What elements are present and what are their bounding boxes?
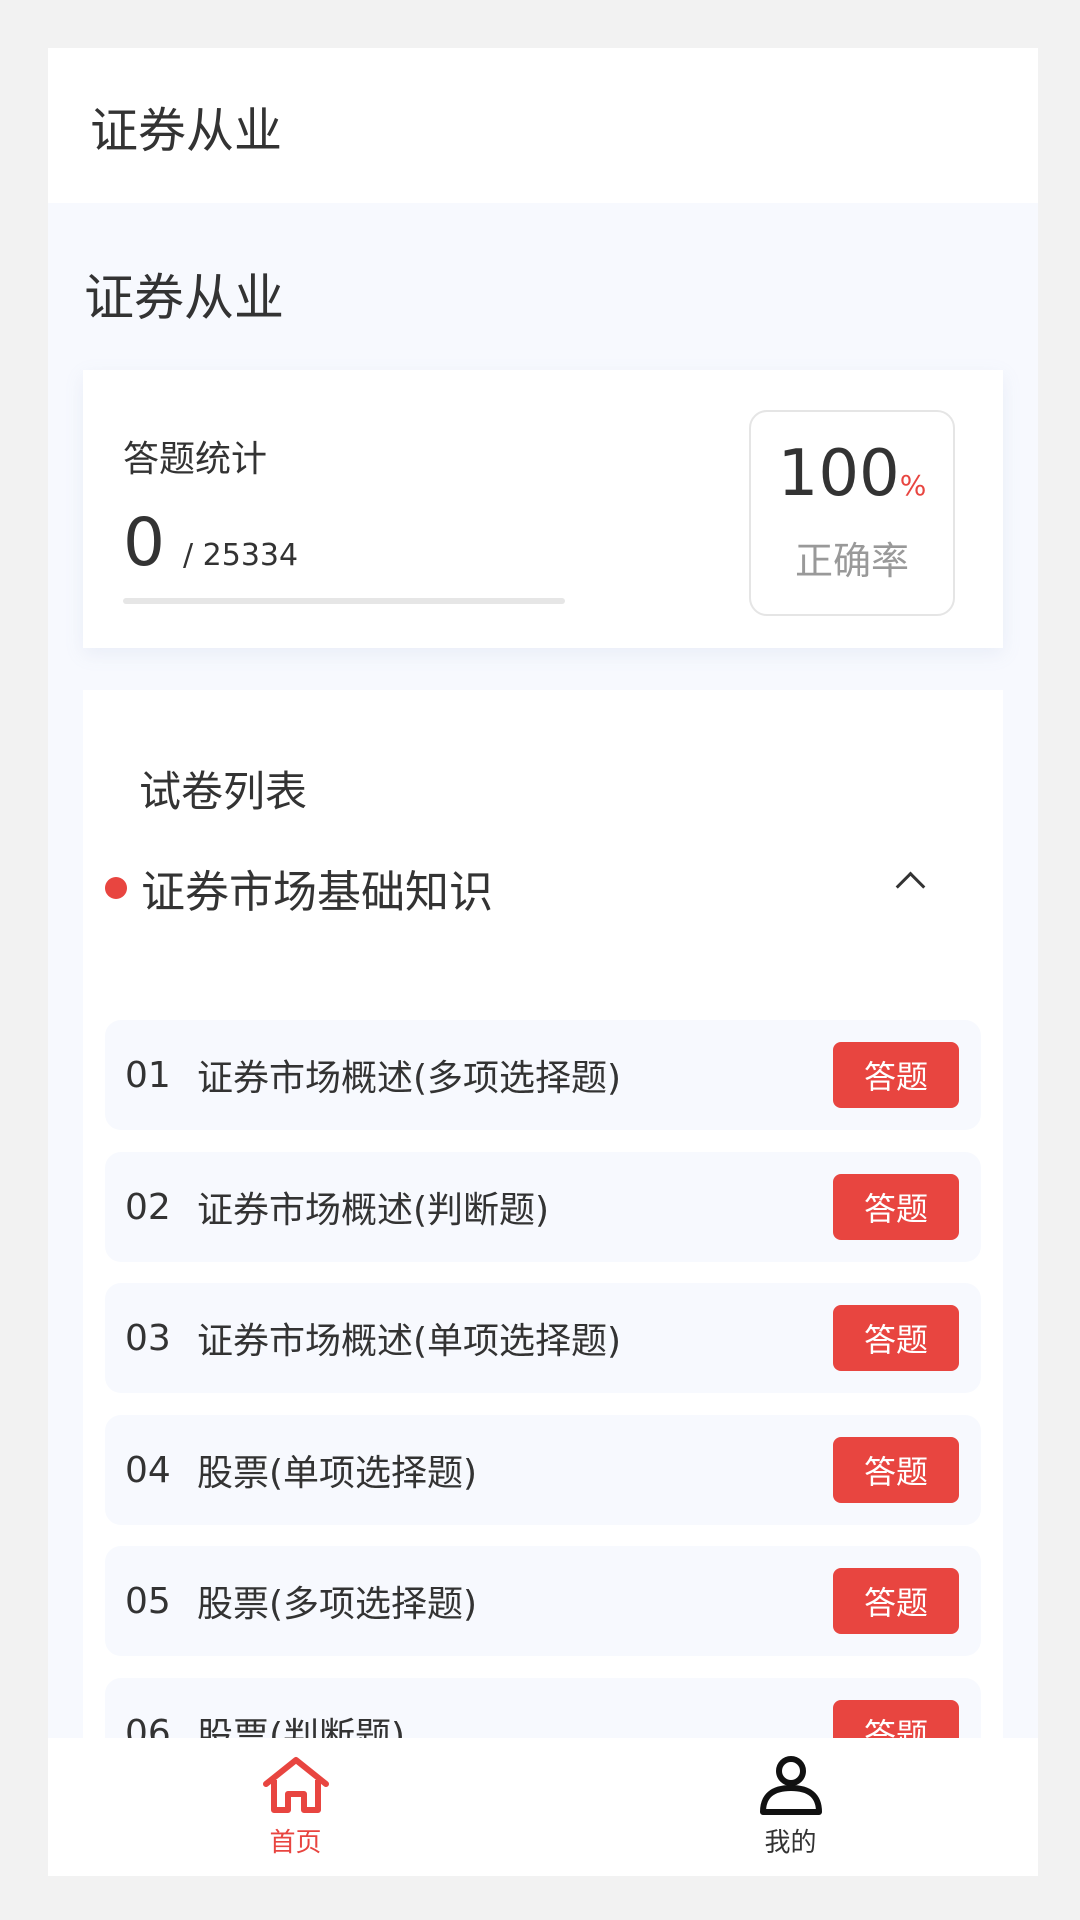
bottom-tab-bar: 首页 我的 [48, 1738, 1038, 1876]
answer-button[interactable]: 答题 [833, 1042, 959, 1108]
app-title: 证券从业 [90, 102, 283, 159]
paper-item[interactable]: 02 证券市场概述(判断题) 答题 [105, 1152, 981, 1262]
accuracy-box: 100% 正确率 [749, 410, 955, 616]
paper-item[interactable]: 05 股票(多项选择题) 答题 [105, 1546, 981, 1656]
app-screen: 证券从业 证券从业 答题统计 0 / 25334 100% 正确率 试卷列表 证… [48, 48, 1038, 1876]
category-dot-icon [105, 877, 127, 899]
page-title: 证券从业 [84, 269, 284, 327]
paper-name: 证券市场概述(单项选择题) [197, 1321, 622, 1362]
chevron-up-icon[interactable] [895, 871, 926, 902]
tab-home-label: 首页 [269, 1828, 322, 1858]
accuracy-value: 100 [777, 437, 900, 511]
tab-mine-label: 我的 [764, 1828, 817, 1858]
paper-number: 05 [125, 1580, 171, 1622]
answered-count: 0 [123, 504, 165, 581]
paper-number: 03 [125, 1317, 171, 1359]
paper-list-title: 试卷列表 [139, 767, 308, 816]
tab-mine[interactable]: 我的 [543, 1738, 1038, 1876]
paper-item[interactable]: 01 证券市场概述(多项选择题) 答题 [105, 1020, 981, 1130]
paper-list-card: 试卷列表 证券市场基础知识 01 证券市场概述(多项选择题) 答题 02 证券市… [83, 690, 1003, 1876]
answer-button[interactable]: 答题 [833, 1305, 959, 1371]
app-header: 证券从业 [48, 48, 1038, 203]
paper-name: 股票(多项选择题) [197, 1584, 478, 1625]
paper-item[interactable]: 04 股票(单项选择题) 答题 [105, 1415, 981, 1525]
answer-button[interactable]: 答题 [833, 1437, 959, 1503]
total-count: / 25334 [183, 538, 299, 573]
paper-item[interactable]: 03 证券市场概述(单项选择题) 答题 [105, 1283, 981, 1393]
paper-name: 证券市场概述(判断题) [197, 1190, 550, 1231]
accuracy-label: 正确率 [794, 539, 909, 583]
category-header[interactable]: 证券市场基础知识 [105, 858, 981, 918]
paper-number: 02 [125, 1186, 171, 1228]
user-icon [759, 1756, 822, 1815]
paper-name: 股票(单项选择题) [197, 1453, 478, 1494]
stats-card: 答题统计 0 / 25334 100% 正确率 [83, 370, 1003, 648]
progress-bar [123, 598, 565, 604]
stats-label: 答题统计 [123, 439, 268, 480]
home-icon [262, 1757, 329, 1813]
paper-number: 04 [125, 1449, 171, 1491]
accuracy-unit: % [899, 469, 927, 502]
answer-button[interactable]: 答题 [833, 1568, 959, 1634]
answer-button[interactable]: 答题 [833, 1174, 959, 1240]
paper-name: 证券市场概述(多项选择题) [197, 1058, 622, 1099]
accuracy-value-row: 100% [751, 442, 953, 506]
tab-home[interactable]: 首页 [48, 1738, 543, 1876]
category-name: 证券市场基础知识 [141, 867, 493, 918]
paper-number: 01 [125, 1054, 171, 1096]
